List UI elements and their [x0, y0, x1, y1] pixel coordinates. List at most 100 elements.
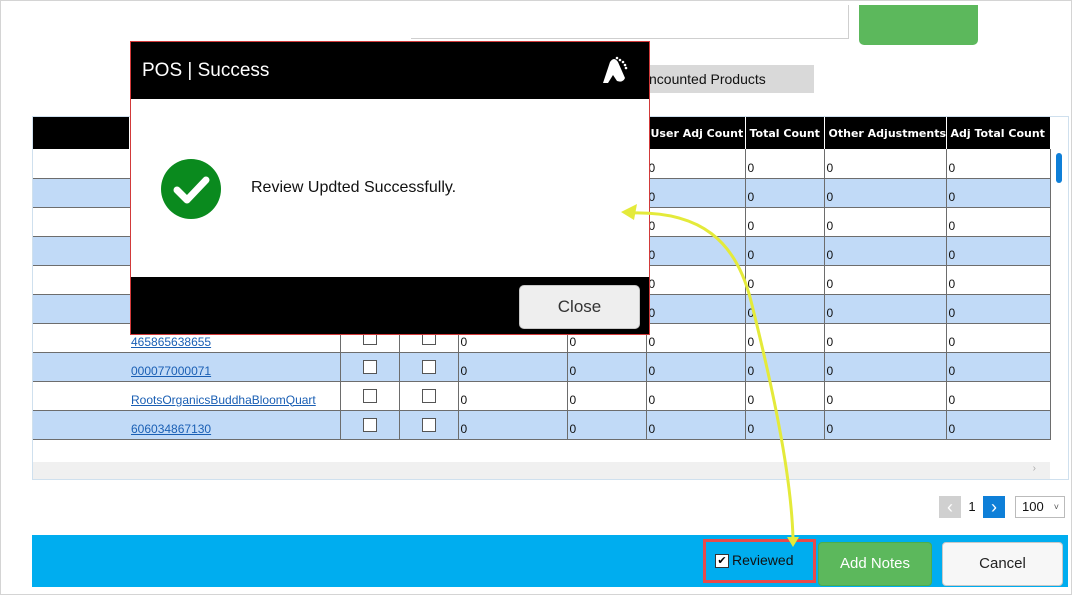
count-cell: 0 — [946, 178, 1051, 208]
grid-horizontal-scrollbar[interactable]: › — [33, 462, 1050, 479]
checkbox-cell — [340, 410, 400, 440]
count-cell: 0 — [946, 149, 1051, 179]
count-cell: 0 — [745, 381, 825, 411]
row-spacer-cell — [33, 323, 129, 353]
count-cell: 0 — [824, 149, 947, 179]
count-cell: 0 — [745, 410, 825, 440]
count-cell: 0 — [824, 381, 947, 411]
row-spacer-cell — [33, 178, 129, 208]
dialog-title: POS | Success — [142, 60, 270, 81]
count-cell: 0 — [824, 207, 947, 237]
count-cell: 0 — [824, 352, 947, 382]
cancel-button[interactable]: Cancel — [942, 542, 1063, 586]
row-spacer-cell — [33, 294, 129, 324]
count-cell: 0 — [745, 236, 825, 266]
grid-vertical-scrollbar[interactable] — [1051, 149, 1068, 462]
row-spacer-cell — [33, 410, 129, 440]
count-cell: 0 — [646, 265, 746, 295]
count-cell: 0 — [946, 323, 1051, 353]
checkbox-cell — [399, 352, 459, 382]
count-cell: 0 — [745, 265, 825, 295]
count-cell: 0 — [646, 381, 746, 411]
tab-uncounted-products[interactable]: ncounted Products — [633, 65, 814, 93]
table-row[interactable]: 606034867130 0 0 0 0 0 0 — [33, 410, 1051, 440]
dialog-footer: Close — [131, 277, 649, 334]
scroll-right-icon[interactable]: › — [1033, 463, 1036, 474]
add-notes-button[interactable]: Add Notes — [818, 542, 932, 586]
close-button[interactable]: Close — [519, 285, 640, 329]
row-checkbox[interactable] — [421, 417, 436, 432]
column-header-total-count[interactable]: Total Count — [745, 117, 825, 149]
top-action-button[interactable] — [859, 5, 978, 45]
count-cell: 0 — [745, 149, 825, 179]
app-window: ncounted Products User Adj Count Total C… — [0, 0, 1072, 595]
reviewed-checkbox[interactable]: ✔ — [715, 554, 729, 568]
product-link[interactable]: 606034867130 — [131, 422, 211, 436]
count-cell: 0 — [458, 352, 568, 382]
count-cell: 0 — [946, 294, 1051, 324]
table-row[interactable]: 000077000071 0 0 0 0 0 0 — [33, 352, 1051, 382]
top-input[interactable] — [411, 5, 849, 39]
row-spacer-cell — [33, 352, 129, 382]
count-cell: 0 — [567, 381, 647, 411]
count-cell: 0 — [458, 381, 568, 411]
page-size-select[interactable]: 100 ˅ — [1015, 496, 1065, 518]
product-cell: 000077000071 — [129, 352, 341, 382]
chevron-left-icon[interactable]: ‹ — [939, 496, 961, 518]
row-checkbox[interactable] — [362, 359, 377, 374]
count-cell: 0 — [946, 265, 1051, 295]
row-checkbox[interactable] — [362, 388, 377, 403]
row-checkbox[interactable] — [362, 417, 377, 432]
reviewed-checkbox-container[interactable]: ✔ Reviewed — [703, 539, 816, 583]
product-link[interactable]: 000077000071 — [131, 364, 211, 378]
checkbox-cell — [399, 381, 459, 411]
count-cell: 0 — [567, 352, 647, 382]
dialog-body: Review Updted Successfully. — [131, 99, 649, 277]
checkbox-cell — [340, 352, 400, 382]
row-spacer-cell — [33, 149, 129, 179]
count-cell: 0 — [458, 410, 568, 440]
count-cell: 0 — [646, 410, 746, 440]
count-cell: 0 — [824, 294, 947, 324]
count-cell: 0 — [646, 352, 746, 382]
count-cell: 0 — [646, 149, 746, 179]
app-logo-icon — [603, 56, 628, 83]
reviewed-label: Reviewed — [732, 552, 794, 568]
row-spacer-cell — [33, 236, 129, 266]
row-spacer-cell — [33, 207, 129, 237]
count-cell: 0 — [824, 236, 947, 266]
pager-current-page: 1 — [968, 499, 976, 514]
count-cell: 0 — [946, 207, 1051, 237]
checkbox-cell — [340, 381, 400, 411]
success-dialog: POS | Success Review Updted Successfully… — [130, 41, 650, 335]
table-row[interactable]: RootsOrganicsBuddhaBloomQuart 0 0 0 0 0 0 — [33, 381, 1051, 411]
chevron-right-icon[interactable]: › — [983, 496, 1005, 518]
column-header[interactable] — [33, 117, 130, 149]
count-cell: 0 — [946, 236, 1051, 266]
count-cell: 0 — [745, 352, 825, 382]
count-cell: 0 — [824, 323, 947, 353]
column-header-user-adj-count[interactable]: User Adj Count — [646, 117, 746, 149]
count-cell: 0 — [745, 323, 825, 353]
product-link[interactable]: 465865638655 — [131, 335, 211, 349]
count-cell: 0 — [745, 178, 825, 208]
count-cell: 0 — [646, 236, 746, 266]
count-cell: 0 — [745, 207, 825, 237]
count-cell: 0 — [946, 381, 1051, 411]
scrollbar-thumb[interactable] — [1056, 153, 1062, 183]
product-link[interactable]: RootsOrganicsBuddhaBloomQuart — [131, 393, 316, 407]
success-check-icon — [161, 159, 221, 219]
page-size-value: 100 — [1022, 499, 1044, 514]
column-header-other-adjustments[interactable]: Other Adjustments — [824, 117, 947, 149]
column-header-adj-total-count[interactable]: Adj Total Count — [946, 117, 1051, 149]
checkbox-cell — [399, 410, 459, 440]
row-checkbox[interactable] — [421, 359, 436, 374]
chevron-down-icon: ˅ — [1053, 502, 1059, 512]
count-cell: 0 — [646, 178, 746, 208]
count-cell: 0 — [646, 207, 746, 237]
count-cell: 0 — [946, 352, 1051, 382]
count-cell: 0 — [745, 294, 825, 324]
product-cell: RootsOrganicsBuddhaBloomQuart — [129, 381, 341, 411]
footer-bar: ✔ Reviewed Add Notes Cancel — [32, 535, 1068, 587]
row-checkbox[interactable] — [421, 388, 436, 403]
